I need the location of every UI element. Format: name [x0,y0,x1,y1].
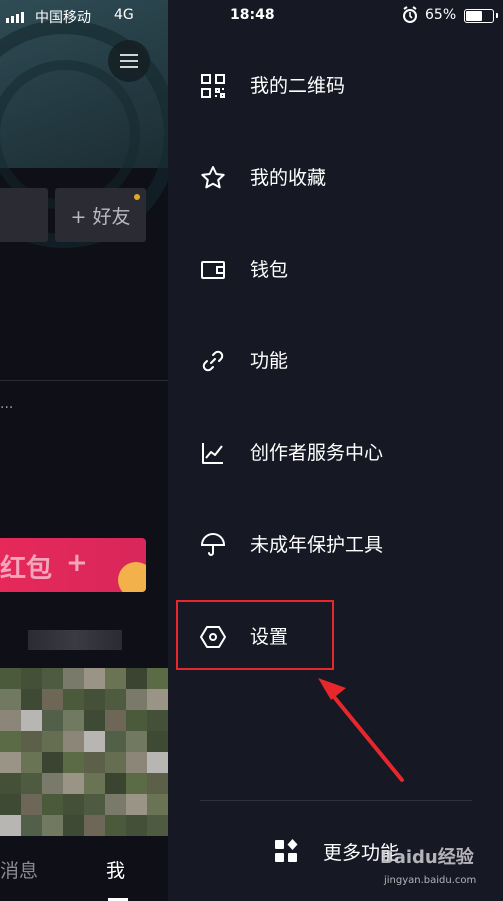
mosaic-cell [42,752,63,773]
mosaic-cell [84,815,105,836]
add-friend-button[interactable]: + 好友 [55,188,146,242]
mosaic-cell [63,815,84,836]
mosaic-cell [0,773,21,794]
mosaic-cell [63,689,84,710]
mosaic-cell [21,731,42,752]
mosaic-cell [105,794,126,815]
mosaic-cell [21,815,42,836]
mosaic-cell [84,794,105,815]
mosaic-cell [42,710,63,731]
battery-icon [464,9,498,23]
mosaic-cell [126,752,147,773]
sparkle-icon: + [66,548,88,578]
mosaic-cell [0,752,21,773]
side-drawer: 我的二维码 我的收藏 钱包 功能 创作者服务中心 未成年保护工具 设置 更多功能… [168,0,503,901]
mosaic-cell [0,794,21,815]
status-bar: 中国移动 4G 18:48 65% [0,0,503,32]
mosaic-cell [126,668,147,689]
mosaic-cell [147,752,168,773]
edit-profile-button[interactable] [0,188,48,242]
mosaic-cell [63,794,84,815]
mosaic-cell [21,773,42,794]
mosaic-cell [42,815,63,836]
mosaic-cell [126,815,147,836]
mosaic-cell [147,668,168,689]
mosaic-cell [147,794,168,815]
watermark-text: Baidu经验 [380,847,474,868]
network-type: 4G [114,7,134,23]
bottom-tab-bar: 消息 我 [0,836,168,901]
mosaic-cell [105,710,126,731]
mosaic-cell [0,689,21,710]
mosaic-cell [21,710,42,731]
mosaic-cell [0,710,21,731]
mosaic-cell [21,794,42,815]
mosaic-cell [105,668,126,689]
mosaic-cell [84,731,105,752]
blurred-text [28,630,122,650]
mosaic-cell [42,773,63,794]
mosaic-cell [42,794,63,815]
coin-icon [118,562,146,592]
red-packet-banner[interactable]: 红包 + [0,538,146,592]
mosaic-cell [126,773,147,794]
mosaic-cell [21,689,42,710]
mosaic-cell [126,689,147,710]
mosaic-cell [84,773,105,794]
mosaic-cell [21,752,42,773]
mosaic-cell [42,689,63,710]
mosaic-cell [21,668,42,689]
add-friend-label: + 好友 [70,205,131,228]
mosaic-cell [147,815,168,836]
mosaic-cell [63,668,84,689]
clock: 18:48 [230,7,275,23]
grid-plus-icon [274,839,298,863]
notification-dot [134,194,140,200]
battery-percent: 65% [425,7,457,23]
mosaic-cell [126,794,147,815]
mosaic-cell [126,710,147,731]
mosaic-cell [42,668,63,689]
mosaic-cell [0,668,21,689]
signal-icon [6,12,24,23]
mosaic-cell [105,752,126,773]
mosaic-cell [147,689,168,710]
carrier-label: 中国移动 [35,10,91,26]
background-profile-page: + 好友 ... 红包 + 消息 我 [0,0,168,901]
red-packet-label: 红包 [0,554,53,584]
mosaic-cell [84,689,105,710]
mosaic-cell [105,815,126,836]
hamburger-menu-icon[interactable] [108,40,150,82]
mosaic-cell [84,710,105,731]
mosaic-cell [147,710,168,731]
tab-me[interactable]: 我 [106,856,125,883]
ellipsis-text: ... [0,396,14,412]
mosaic-cell [0,731,21,752]
mosaic-cell [105,689,126,710]
alarm-icon [402,6,418,28]
watermark-url: jingyan.baidu.com [384,875,477,886]
mosaic-cell [126,731,147,752]
mosaic-cell [147,773,168,794]
tab-messages[interactable]: 消息 [0,856,38,883]
mosaic-cell [105,773,126,794]
mosaic-cell [63,731,84,752]
mosaic-cell [147,731,168,752]
mosaic-cell [84,668,105,689]
mosaic-cell [84,752,105,773]
baidu-watermark: Baidu经验 jingyan.baidu.com [380,843,476,886]
mosaic-cell [63,710,84,731]
pixelated-video-thumbnail[interactable] [0,668,168,836]
mosaic-cell [63,773,84,794]
drawer-divider [200,800,472,801]
mosaic-cell [0,815,21,836]
mosaic-cell [63,752,84,773]
annotation-arrow-icon [318,678,404,782]
divider [0,380,168,381]
mosaic-cell [42,731,63,752]
mosaic-cell [105,731,126,752]
